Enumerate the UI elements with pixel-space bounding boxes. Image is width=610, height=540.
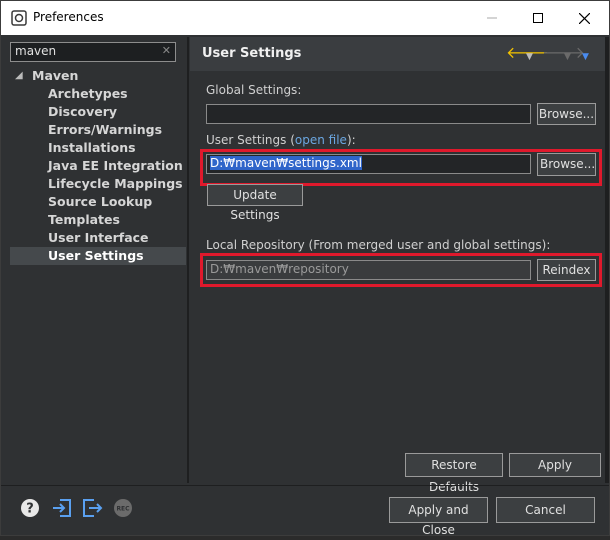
minimize-button[interactable]	[469, 1, 515, 35]
apply-and-close-button[interactable]: Apply and Close	[389, 497, 488, 537]
preferences-window: Preferences maven ✕ ◢ Maven Archetypes D…	[0, 0, 610, 537]
tree-item-label: Maven	[32, 68, 79, 83]
tree-item-label: Lifecycle Mappings	[48, 176, 183, 191]
close-icon	[578, 12, 590, 24]
restore-defaults-button[interactable]: Restore Defaults	[405, 453, 503, 494]
local-repo-field: D:₩maven₩repository	[206, 260, 531, 280]
minimize-icon	[487, 17, 497, 19]
svg-text:?: ?	[26, 502, 34, 517]
tree-item-label: Archetypes	[48, 86, 128, 101]
reindex-button[interactable]: Reindex	[537, 259, 596, 281]
apply-button[interactable]: Apply	[509, 453, 601, 477]
page-title: User Settings	[202, 46, 302, 61]
tree-item-templates[interactable]: Templates	[10, 211, 186, 229]
tree-item-lifecycle-mappings[interactable]: Lifecycle Mappings	[10, 175, 186, 193]
pane-divider[interactable]	[187, 37, 189, 483]
tree-item-label: Source Lookup	[48, 194, 153, 209]
view-menu-icon[interactable]: ▼	[582, 49, 589, 65]
clear-filter-icon[interactable]: ✕	[162, 44, 171, 57]
tree-item-label: User Settings	[48, 248, 144, 263]
tree-item-label: Templates	[48, 212, 120, 227]
maximize-icon	[533, 13, 543, 23]
local-repo-value: D:₩maven₩repository	[210, 262, 349, 276]
tree-item-discovery[interactable]: Discovery	[10, 103, 186, 121]
import-icon[interactable]	[51, 497, 73, 519]
tree-item-user-settings[interactable]: User Settings	[10, 247, 186, 265]
global-settings-label: Global Settings:	[206, 83, 302, 97]
page-header: User Settings 🡐 ▼ 🡒 ▼ ▼	[190, 37, 608, 71]
export-icon[interactable]	[81, 497, 103, 519]
eclipse-icon	[11, 10, 27, 26]
filter-input[interactable]: maven ✕	[10, 42, 176, 62]
user-settings-value: D:₩maven₩settings.xml	[210, 156, 362, 170]
tree-item-label: Java EE Integration	[48, 158, 183, 173]
tree-item-archetypes[interactable]: Archetypes	[10, 85, 186, 103]
tree-item-user-interface[interactable]: User Interface	[10, 229, 186, 247]
help-icon[interactable]: ?	[19, 497, 41, 519]
tree-item-installations[interactable]: Installations	[10, 139, 186, 157]
tree-item-label: Errors/Warnings	[48, 122, 163, 137]
tree-item-maven[interactable]: ◢ Maven	[10, 67, 186, 85]
tree-item-java-ee-integration[interactable]: Java EE Integration	[10, 157, 186, 175]
window-title: Preferences	[33, 10, 104, 24]
record-icon[interactable]: REC	[112, 497, 134, 519]
right-edge	[605, 37, 609, 483]
tree-item-errors-warnings[interactable]: Errors/Warnings	[10, 121, 186, 139]
user-settings-label-text: User Settings (	[206, 133, 295, 147]
svg-text:REC: REC	[116, 506, 130, 513]
preference-tree: ◢ Maven Archetypes Discovery Errors/Warn…	[10, 67, 186, 483]
tree-item-label: Discovery	[48, 104, 118, 119]
user-settings-label-end: ):	[346, 133, 356, 147]
maximize-button[interactable]	[515, 1, 561, 35]
tree-item-label: User Interface	[48, 230, 149, 245]
local-repo-label: Local Repository (From merged user and g…	[206, 238, 551, 252]
open-file-link[interactable]: open file	[295, 133, 347, 147]
browse-global-button[interactable]: Browse...	[537, 103, 596, 125]
cancel-button[interactable]: Cancel	[496, 497, 595, 523]
user-settings-field[interactable]: D:₩maven₩settings.xml	[206, 154, 531, 174]
filter-text: maven	[15, 44, 57, 58]
close-button[interactable]	[561, 1, 607, 35]
forward-dropdown-icon[interactable]: ▼	[564, 49, 571, 65]
browse-user-button[interactable]: Browse...	[537, 153, 596, 176]
user-settings-label: User Settings (open file):	[206, 133, 356, 147]
tree-item-label: Installations	[48, 140, 136, 155]
update-settings-button[interactable]: Update Settings	[207, 184, 303, 222]
title-bar: Preferences	[1, 1, 609, 35]
global-settings-field[interactable]	[206, 104, 531, 124]
tree-item-source-lookup[interactable]: Source Lookup	[10, 193, 186, 211]
collapse-arrow-icon[interactable]: ◢	[15, 67, 23, 85]
back-dropdown-icon[interactable]: ▼	[526, 49, 533, 65]
footer-divider	[1, 485, 609, 486]
